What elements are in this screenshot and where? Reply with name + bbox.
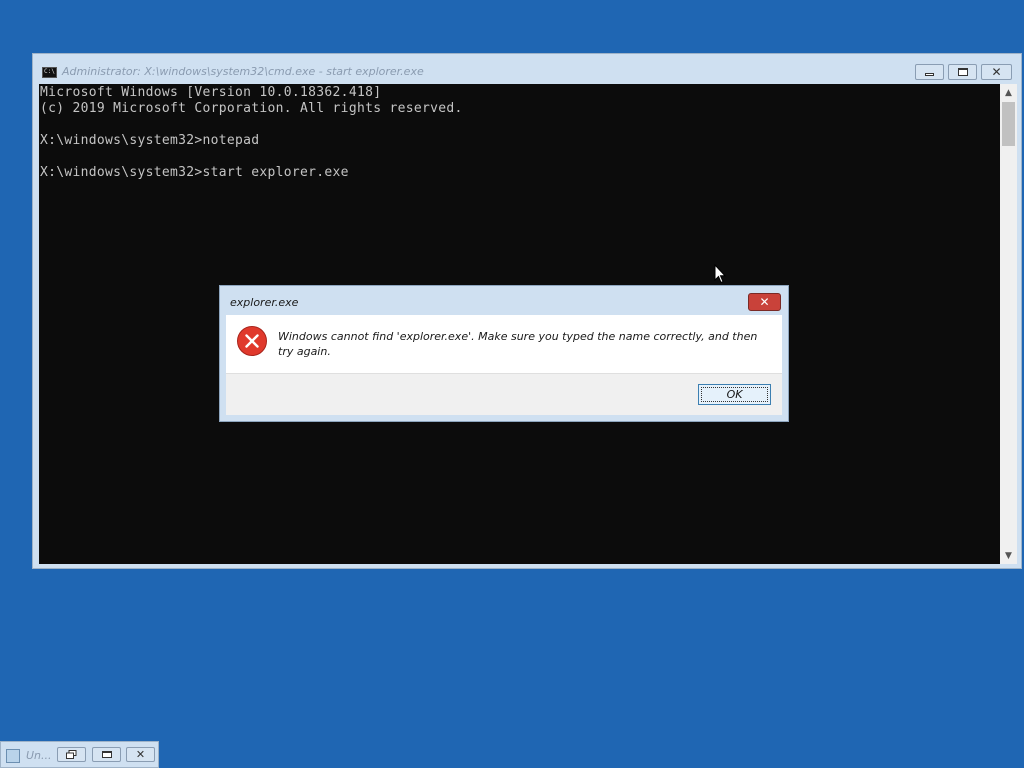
minimized-window[interactable]: Un... ✕ [0,741,159,768]
console-line: (c) 2019 Microsoft Corporation. All righ… [40,101,463,116]
dialog-body: Windows cannot find 'explorer.exe'. Make… [226,315,782,373]
mouse-pointer-icon [714,263,727,288]
scrollbar-thumb[interactable] [1002,102,1015,146]
console-line: X:\windows\system32>notepad [40,133,260,148]
maximize-icon [101,751,112,758]
console-line: Microsoft Windows [Version 10.0.18362.41… [40,85,382,100]
dialog-close-button[interactable]: ✕ [748,293,781,311]
focus-ring [701,387,768,402]
dialog-message: Windows cannot find 'explorer.exe'. Make… [278,330,758,358]
error-icon [237,326,267,356]
dialog-title: explorer.exe [230,296,299,309]
ok-button[interactable]: OK [698,384,771,405]
dialog-footer: OK [226,373,782,415]
close-icon: ✕ [759,295,770,309]
minimized-window-title: Un... [26,749,52,762]
notepad-icon [6,749,20,763]
error-dialog: explorer.exe ✕ Windows cannot find 'expl… [219,285,789,422]
close-button[interactable]: ✕ [981,64,1012,80]
restore-icon [66,750,77,759]
close-icon: ✕ [991,65,1002,79]
console-app-icon: C:\ [42,67,57,78]
console-line: X:\windows\system32>start explorer.exe [40,165,349,180]
close-button[interactable]: ✕ [126,747,155,762]
close-icon: ✕ [135,748,146,761]
cmd-titlebar[interactable]: C:\ Administrator: X:\windows\system32\c… [33,54,1021,84]
restore-button[interactable] [57,747,86,762]
cmd-window-title: Administrator: X:\windows\system32\cmd.e… [62,65,424,78]
desktop: C:\ Administrator: X:\windows\system32\c… [0,0,1024,768]
vertical-scrollbar[interactable]: ▲ ▼ [1000,84,1017,564]
scroll-down-arrow-icon[interactable]: ▼ [1000,547,1017,564]
minimize-icon [916,65,943,79]
minimize-button[interactable] [915,64,944,80]
maximize-button[interactable] [92,747,121,762]
scroll-up-arrow-icon[interactable]: ▲ [1000,84,1017,101]
maximize-button[interactable] [948,64,977,80]
maximize-icon [949,65,976,79]
